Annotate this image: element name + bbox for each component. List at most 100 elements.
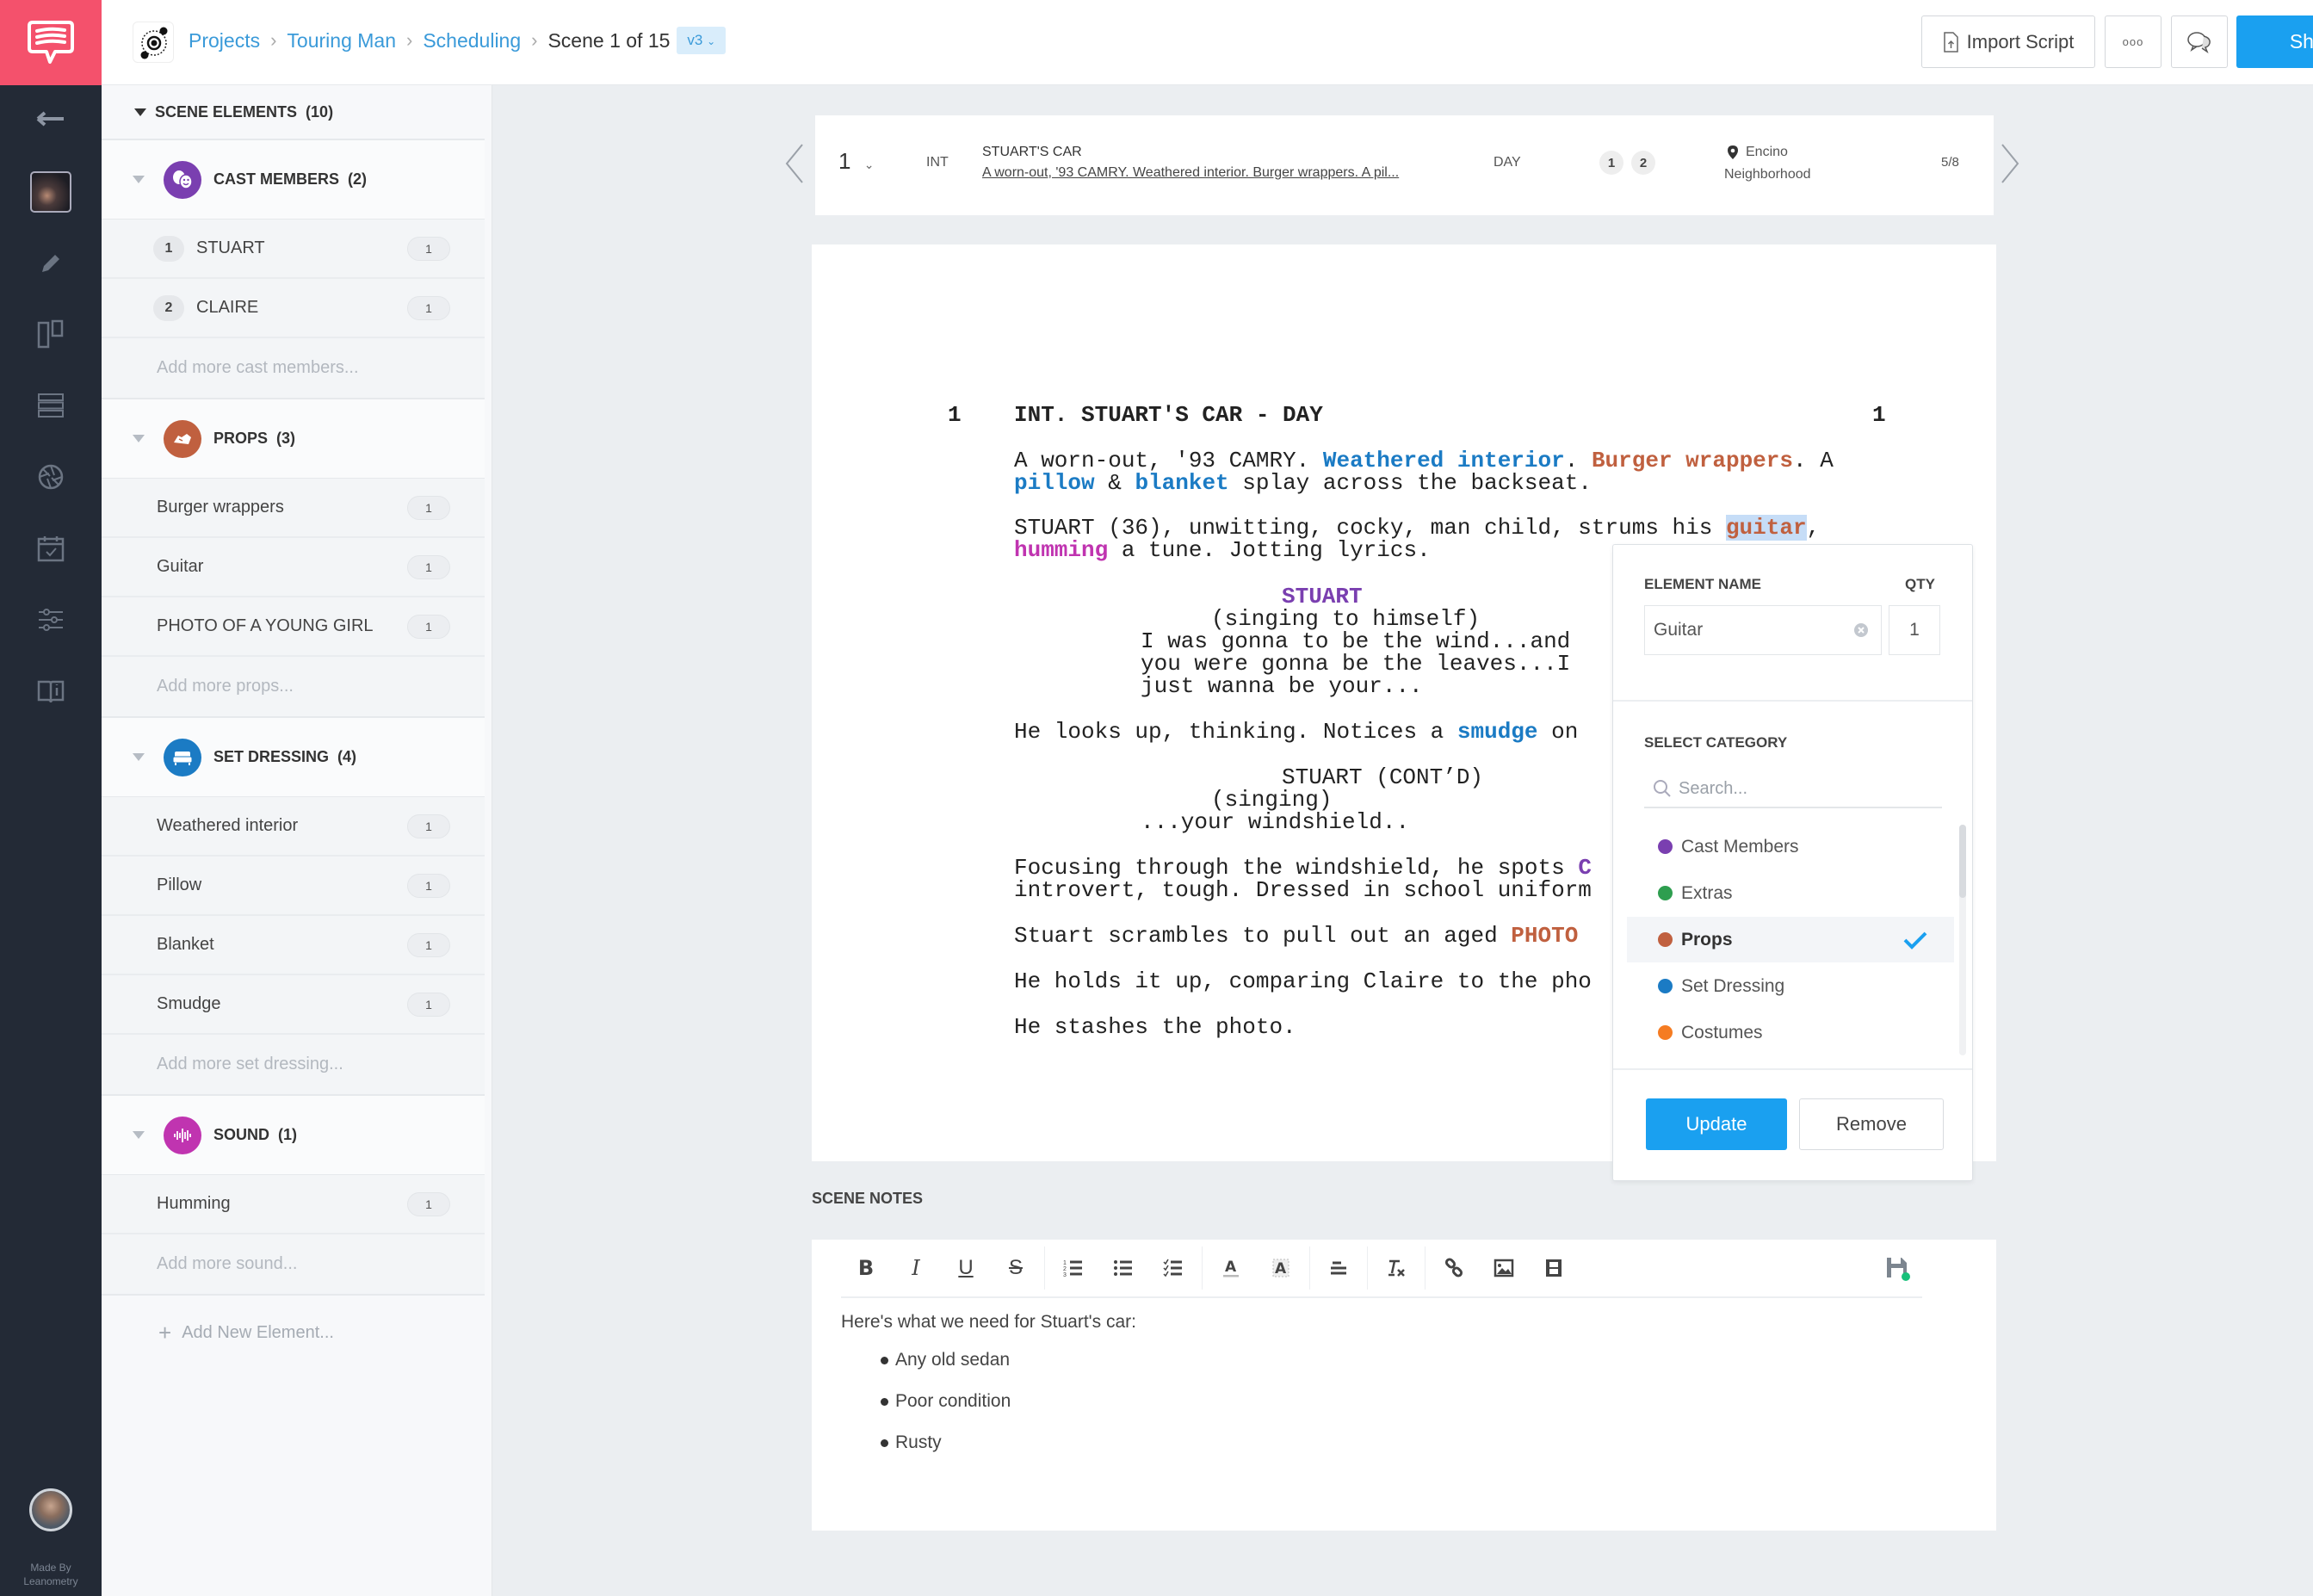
clear-formatting-icon[interactable] [1371, 1249, 1421, 1287]
tag-prop[interactable]: PHOTO [1511, 923, 1578, 949]
more-options-button[interactable]: ooo [2105, 15, 2161, 68]
category-option-props[interactable]: Props [1627, 917, 1954, 962]
action-line[interactable]: STUART (36), unwitting, cocky, man child… [1014, 515, 1820, 541]
import-script-button[interactable]: Import Script [1921, 15, 2095, 68]
action-line[interactable]: humming a tune. Jotting lyrics. [1014, 539, 1431, 561]
rail-shot-list[interactable] [0, 380, 102, 431]
element-row[interactable]: Guitar 1 [102, 538, 485, 597]
element-row[interactable]: 2 CLAIRE 1 [102, 279, 485, 338]
select-category-label: SELECT CATEGORY [1644, 734, 1788, 751]
category-list-scrollbar[interactable] [1959, 825, 1966, 1055]
element-row[interactable]: Pillow 1 [102, 857, 485, 916]
add-cast-input[interactable]: Add more cast members... [102, 338, 485, 399]
parenthetical: (singing) [1211, 787, 1333, 813]
image-icon[interactable] [1479, 1249, 1529, 1287]
board-columns-icon [37, 319, 64, 349]
book-info-icon [37, 680, 65, 703]
scene-number-dropdown[interactable]: 1 ⌄ [838, 148, 874, 175]
file-upload-icon [1943, 31, 1958, 53]
element-row[interactable]: Smudge 1 [102, 975, 485, 1035]
action-line: introvert, tough. Dressed in school unif… [1014, 877, 1592, 903]
top-bar: Projects › Touring Man › Scheduling › Sc… [102, 0, 2313, 85]
tag-prop-selected[interactable]: guitar [1725, 515, 1807, 541]
project-thumbnail[interactable] [0, 166, 102, 218]
bullet-list-icon[interactable] [1098, 1249, 1148, 1287]
bold-icon[interactable]: B [841, 1249, 891, 1287]
share-button[interactable]: Share [2236, 15, 2313, 68]
breadcrumb-scheduling[interactable]: Scheduling [423, 29, 521, 53]
checklist-icon[interactable] [1148, 1249, 1198, 1287]
rail-edit[interactable] [0, 238, 102, 289]
category-option-cast-members[interactable]: Cast Members [1627, 824, 1954, 869]
version-dropdown[interactable]: v3 ⌄ [677, 27, 727, 54]
action-line[interactable]: He looks up, thinking. Notices a smudge … [1014, 721, 1578, 743]
previous-scene-button[interactable] [782, 138, 807, 189]
calendar-check-icon [37, 536, 65, 562]
save-status-icon[interactable] [1872, 1249, 1922, 1287]
rail-camera[interactable] [0, 451, 102, 503]
next-scene-button[interactable] [1997, 138, 2023, 189]
character-name[interactable]: STUART [1282, 585, 1363, 608]
italic-icon[interactable]: I [891, 1249, 941, 1287]
link-icon[interactable] [1429, 1249, 1479, 1287]
action-line[interactable]: Focusing through the windshield, he spot… [1014, 857, 1592, 879]
category-header-sound[interactable]: SOUND (1) [102, 1096, 485, 1175]
add-props-input[interactable]: Add more props... [102, 657, 485, 718]
app-logo[interactable] [0, 0, 102, 85]
remove-button[interactable]: Remove [1799, 1098, 1944, 1150]
category-option-extras[interactable]: Extras [1627, 870, 1954, 916]
rail-help[interactable] [0, 665, 102, 717]
notes-content[interactable]: Here's what we need for Stuart's car: An… [841, 1312, 1136, 1463]
strikethrough-icon[interactable]: S [991, 1249, 1041, 1287]
project-logo[interactable] [133, 22, 174, 63]
tag-set-dressing[interactable]: blanket [1135, 470, 1228, 496]
user-avatar[interactable] [29, 1488, 72, 1531]
element-row[interactable]: Weathered interior 1 [102, 797, 485, 857]
element-name-input[interactable]: Guitar [1644, 605, 1882, 655]
tag-prop[interactable]: Burger wrappers [1592, 448, 1793, 473]
element-row[interactable]: Humming 1 [102, 1175, 485, 1234]
tag-sound[interactable]: humming [1014, 537, 1108, 563]
element-row[interactable]: Blanket 1 [102, 916, 485, 975]
ordered-list-icon[interactable]: 123 [1048, 1249, 1098, 1287]
category-header-cast[interactable]: CAST MEMBERS (2) [102, 140, 485, 220]
category-option-set-dressing[interactable]: Set Dressing [1627, 963, 1954, 1009]
scene-elements-header[interactable]: SCENE ELEMENTS (10) [102, 85, 485, 140]
action-line[interactable]: A worn-out, '93 CAMRY. Weathered interio… [1014, 449, 1834, 472]
chevron-down-icon: ⌄ [863, 158, 875, 171]
highlight-color-icon[interactable]: A [1256, 1249, 1306, 1287]
category-option-costumes[interactable]: Costumes [1627, 1010, 1954, 1055]
underline-icon[interactable]: U [941, 1249, 991, 1287]
category-header-set-dressing[interactable]: SET DRESSING (4) [102, 718, 485, 797]
add-set-dressing-input[interactable]: Add more set dressing... [102, 1035, 485, 1096]
tag-set-dressing[interactable]: pillow [1014, 470, 1095, 496]
breadcrumb-project[interactable]: Touring Man [287, 29, 396, 53]
element-row[interactable]: Burger wrappers 1 [102, 479, 485, 538]
caret-down-icon [134, 108, 146, 116]
color-dot [1658, 979, 1673, 993]
element-row[interactable]: 1 STUART 1 [102, 220, 485, 279]
rail-storyboard[interactable] [0, 308, 102, 360]
add-new-element-button[interactable]: + Add New Element... [102, 1296, 492, 1370]
category-header-props[interactable]: PROPS (3) [102, 399, 485, 479]
category-search-input[interactable]: Search... [1644, 770, 1942, 808]
element-row[interactable]: PHOTO OF A YOUNG GIRL 1 [102, 597, 485, 657]
video-icon[interactable] [1529, 1249, 1579, 1287]
rail-settings[interactable] [0, 594, 102, 646]
clear-input-icon[interactable] [1853, 622, 1869, 638]
text-color-icon[interactable]: A [1206, 1249, 1256, 1287]
qty-input[interactable]: 1 [1889, 605, 1940, 655]
scene-number-right: 1 [1872, 402, 1886, 428]
rail-calendar[interactable] [0, 523, 102, 574]
align-icon[interactable] [1314, 1249, 1364, 1287]
tag-set-dressing[interactable]: smudge [1457, 719, 1538, 745]
scene-synopsis-link[interactable]: A worn-out, '93 CAMRY. Weathered interio… [982, 165, 1399, 181]
action-line[interactable]: Stuart scrambles to pull out an aged PHO… [1014, 925, 1578, 947]
breadcrumb-projects[interactable]: Projects [189, 29, 260, 53]
update-button[interactable]: Update [1646, 1098, 1787, 1150]
scrollbar-thumb[interactable] [1959, 825, 1966, 898]
back-button[interactable] [0, 93, 102, 145]
add-sound-input[interactable]: Add more sound... [102, 1234, 485, 1296]
comments-button[interactable] [2171, 15, 2228, 68]
action-line[interactable]: pillow & blanket splay across the backse… [1014, 472, 1592, 494]
